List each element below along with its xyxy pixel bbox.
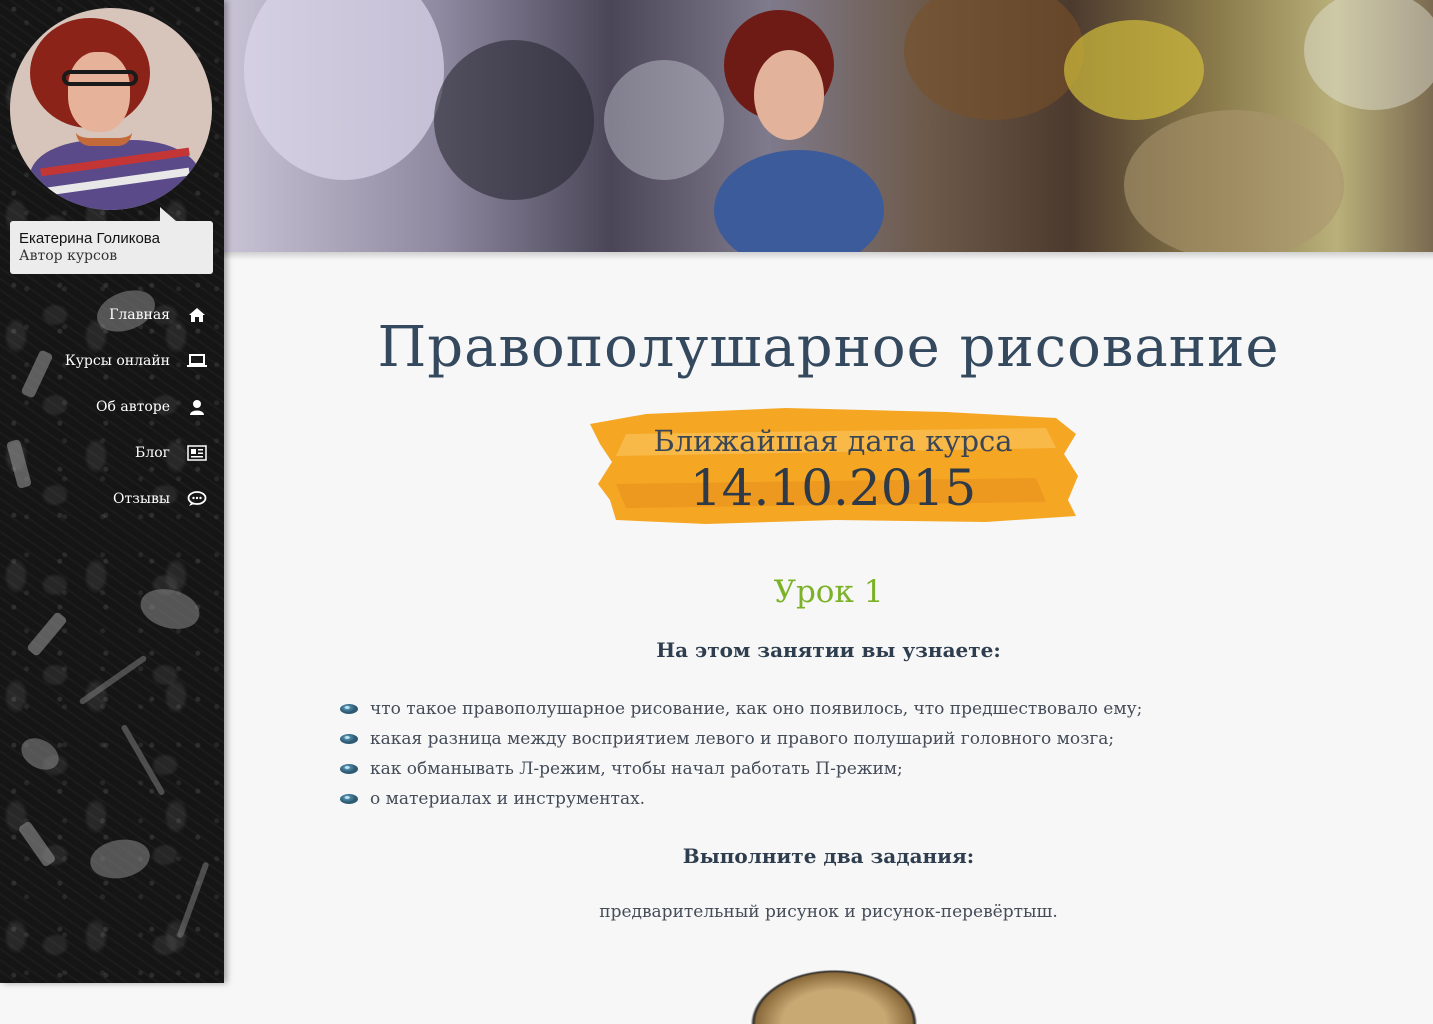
author-card: Екатерина Голикова Автор курсов [10,207,213,274]
bullet-icon [340,794,358,804]
list-item: что такое правополушарное рисование, как… [336,694,1142,724]
nav-item-label: Курсы онлайн [64,353,170,369]
tasks-text: предварительный рисунок и рисунок-перевё… [599,902,1058,922]
learn-heading: На этом занятии вы узнаете: [656,638,1001,662]
nav-item-label: Блог [135,445,170,461]
main-content: Правополушарное рисование Ближайшая дата… [224,252,1433,1024]
nav-item-home[interactable]: Главная [109,302,208,328]
nav-item-blog[interactable]: Блог [135,440,208,466]
paint-tube-decoration [6,439,32,489]
course-date-label: Ближайшая дата курса [653,424,1013,458]
header-banner-image [224,0,1433,252]
author-name: Екатерина Голикова [19,230,160,247]
palette-decoration [15,731,65,777]
brush-decoration [120,723,166,797]
user-icon [186,397,208,417]
list-item: о материалах и инструментах. [336,784,1142,814]
comments-icon [186,489,208,509]
home-icon [186,305,208,325]
lesson-title: Урок 1 [773,574,884,610]
bullet-icon [340,704,358,714]
author-avatar [10,8,212,210]
page-title: Правополушарное рисование [377,315,1280,380]
paint-tube-decoration [20,349,54,399]
tasks-heading: Выполните два задания: [682,844,975,868]
brush-decoration [78,654,148,706]
list-item: как обманывать Л-режим, чтобы начал рабо… [336,754,1142,784]
nav-item-label: Отзывы [112,491,170,507]
palette-decoration [136,582,204,636]
paint-tube-decoration [26,611,68,657]
learn-list: что такое правополушарное рисование, как… [336,694,1142,814]
nav-item-label: Главная [109,307,170,323]
paint-tube-decoration [17,820,57,868]
lesson-image [742,964,926,1024]
banner-shadow [224,252,1433,260]
bullet-icon [340,734,358,744]
laptop-icon [186,351,208,371]
nav-item-courses[interactable]: Курсы онлайн [65,348,208,374]
nav-item-reviews[interactable]: Отзывы [113,486,208,512]
author-role: Автор курсов [19,248,118,264]
bullet-icon [340,764,358,774]
course-date-value: 14.10.2015 [689,459,977,517]
brush-decoration [176,861,210,939]
nav-item-label: Об авторе [95,399,170,415]
sidebar: Екатерина Голикова Автор курсов Главная … [0,0,224,983]
course-date-banner: Ближайшая дата курса 14.10.2015 [586,404,1080,526]
newspaper-icon [186,443,208,463]
palette-decoration [87,835,153,883]
nav-item-about[interactable]: Об авторе [96,394,208,420]
list-item: какая разница между восприятием левого и… [336,724,1142,754]
